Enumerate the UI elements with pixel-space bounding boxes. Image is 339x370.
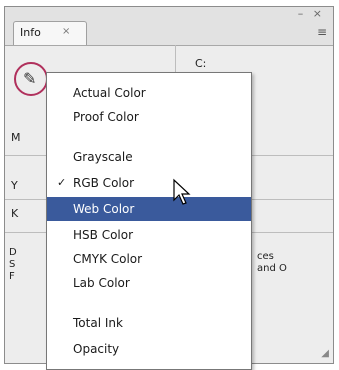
checkmark-icon: ✓	[57, 176, 67, 189]
menu-item-label: Opacity	[73, 342, 120, 356]
window-buttons[interactable]: – ×	[298, 7, 325, 20]
menu-item-total-ink[interactable]: Total Ink	[47, 311, 251, 335]
label-y: Y	[11, 179, 18, 192]
menu-item-label: Total Ink	[73, 316, 123, 330]
menu-item-label: CMYK Color	[73, 252, 143, 266]
panel-title-bar: Info × – × ≡	[5, 7, 333, 46]
menu-item-web-color[interactable]: Web Color	[47, 197, 251, 221]
menu-item-label: Web Color	[73, 202, 135, 216]
info-left-line-1: D	[9, 247, 17, 258]
info-left-line-2: S	[9, 259, 16, 270]
menu-item-cmyk-color[interactable]: CMYK Color	[47, 247, 251, 271]
right-channel-label: C:	[195, 57, 207, 70]
menu-item-label: Lab Color	[73, 276, 130, 290]
tab-info[interactable]: Info ×	[13, 21, 87, 45]
resize-grip-icon[interactable]: ◢	[321, 348, 329, 359]
menu-item-label: Grayscale	[73, 150, 133, 164]
menu-item-rgb-color[interactable]: ✓ RGB Color	[47, 171, 251, 195]
menu-item-label: HSB Color	[73, 228, 134, 242]
tab-close-icon[interactable]: ×	[62, 26, 70, 37]
info-right-line-1: ces	[257, 251, 274, 262]
menu-item-label: Actual Color	[73, 86, 146, 100]
panel-menu-icon[interactable]: ≡	[317, 25, 327, 39]
menu-item-proof-color[interactable]: Proof Color	[47, 105, 251, 129]
menu-item-hsb-color[interactable]: HSB Color	[47, 223, 251, 247]
label-k: K	[11, 207, 19, 220]
menu-item-label: Proof Color	[73, 110, 139, 124]
label-m: M	[11, 131, 21, 144]
mouse-pointer-icon	[173, 178, 191, 205]
menu-item-label: RGB Color	[73, 176, 135, 190]
menu-item-actual-color[interactable]: Actual Color	[47, 81, 251, 105]
info-left-line-3: F	[9, 271, 15, 282]
eyedropper-icon[interactable]: ✎	[23, 69, 36, 88]
tab-label: Info	[20, 26, 41, 39]
menu-item-opacity[interactable]: Opacity	[47, 337, 251, 361]
info-right-line-2: and O	[257, 263, 287, 274]
menu-item-grayscale[interactable]: Grayscale	[47, 145, 251, 169]
color-mode-menu: Actual Color Proof Color Grayscale ✓ RGB…	[46, 72, 252, 370]
menu-item-lab-color[interactable]: Lab Color	[47, 271, 251, 295]
